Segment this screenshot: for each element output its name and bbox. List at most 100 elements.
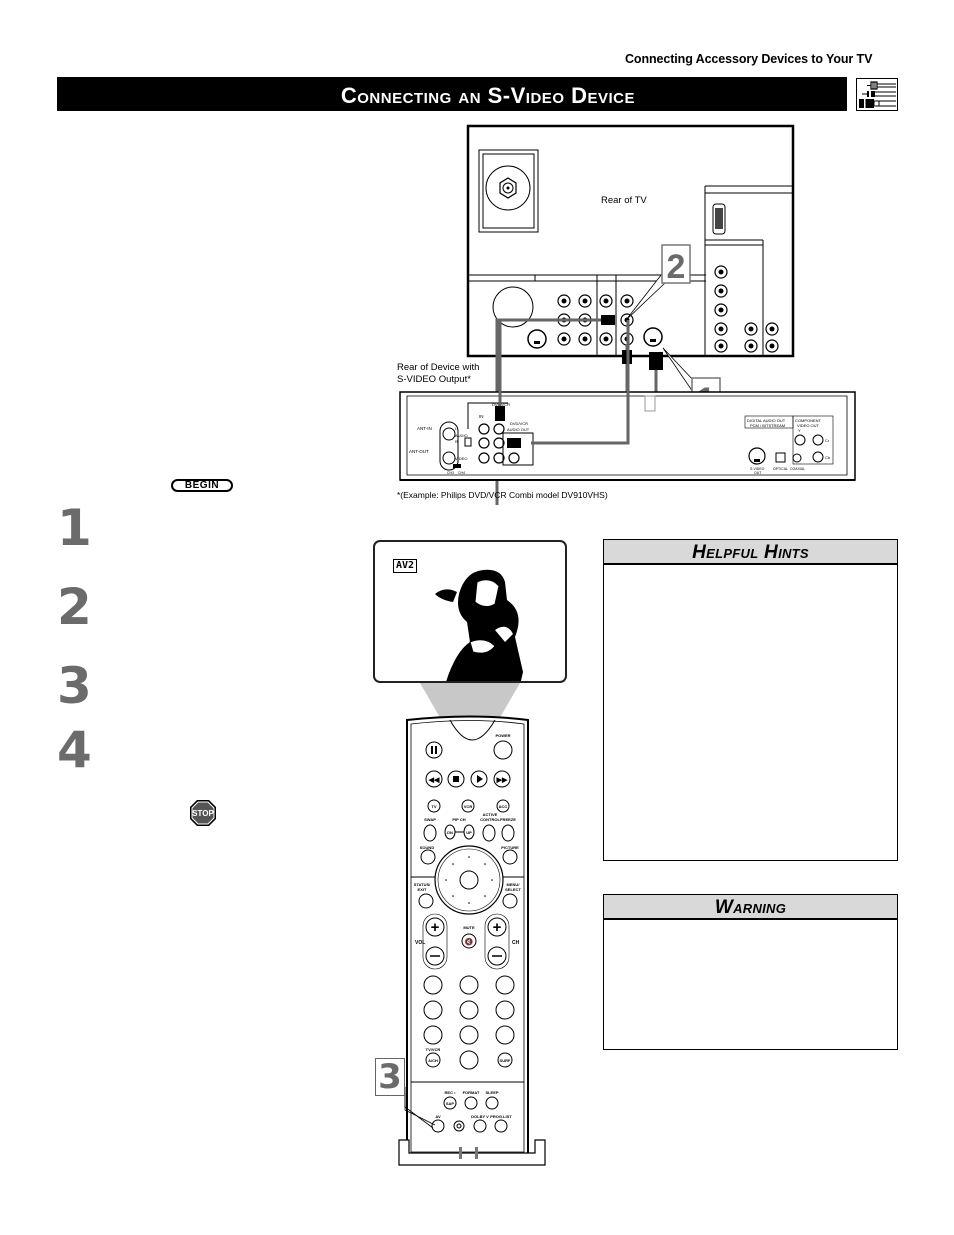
svg-text:🔇: 🔇 bbox=[465, 937, 474, 946]
navigation-pad[interactable] bbox=[434, 845, 504, 915]
svg-text:CONTROL: CONTROL bbox=[480, 817, 500, 822]
tv-mode-button[interactable]: TV bbox=[427, 799, 441, 813]
svg-text:VOL: VOL bbox=[415, 940, 425, 946]
svg-text:CH3: CH3 bbox=[447, 471, 454, 475]
svg-text:POWER: POWER bbox=[495, 733, 510, 738]
svg-text:DOLBY V: DOLBY V bbox=[471, 1114, 489, 1119]
surf-button[interactable]: SURF bbox=[497, 1052, 513, 1068]
swap-button[interactable] bbox=[423, 824, 437, 842]
begin-badge: BEGIN bbox=[171, 479, 233, 492]
cable-connectors-icon bbox=[856, 78, 898, 111]
svg-text:AUDIO: AUDIO bbox=[455, 433, 468, 438]
power-button[interactable]: POWER bbox=[493, 733, 513, 760]
status-exit-button[interactable] bbox=[418, 893, 434, 909]
page-title: Connecting an S-Video Device bbox=[340, 83, 635, 108]
svg-text:DVD/VCR: DVD/VCR bbox=[510, 421, 528, 426]
tv-label: Rear of TV bbox=[601, 195, 647, 206]
svg-text:A/CH: A/CH bbox=[428, 1058, 438, 1063]
warning-title: Warning bbox=[604, 895, 897, 920]
svg-text:SAP: SAP bbox=[446, 1101, 455, 1106]
step-2-number: 2 bbox=[57, 578, 92, 636]
svg-text:2: 2 bbox=[667, 248, 686, 286]
pip-ch-up-button[interactable]: UP bbox=[463, 824, 475, 840]
svg-text:TV/VCR: TV/VCR bbox=[426, 1047, 441, 1052]
rewind-button[interactable]: ◀◀ bbox=[425, 770, 443, 788]
svg-text:PROG.LIST: PROG.LIST bbox=[490, 1114, 512, 1119]
svg-text:VIDEO: VIDEO bbox=[455, 456, 467, 461]
sleep-button[interactable] bbox=[485, 1096, 499, 1110]
svg-text:+: + bbox=[493, 919, 502, 936]
svg-text:EXIT: EXIT bbox=[418, 887, 427, 892]
football-player-image bbox=[435, 569, 523, 681]
svg-text:CH: CH bbox=[512, 940, 520, 946]
svg-text:UP: UP bbox=[466, 830, 472, 835]
svg-text:Cr: Cr bbox=[825, 438, 830, 443]
svg-text:ANT-IN: ANT-IN bbox=[417, 426, 432, 431]
tv-screen: AV2 bbox=[373, 540, 567, 683]
svg-text:SELECT: SELECT bbox=[505, 887, 521, 892]
mute-button[interactable]: 🔇 bbox=[461, 933, 477, 949]
callout-3: 3 bbox=[375, 1058, 405, 1096]
svg-text:COAXIAL: COAXIAL bbox=[790, 467, 805, 471]
svg-text:REC •: REC • bbox=[445, 1090, 457, 1095]
helpful-hints-title: Helpful Hints bbox=[604, 540, 897, 565]
stop-button[interactable] bbox=[447, 770, 465, 788]
svg-text:TV: TV bbox=[431, 804, 436, 809]
svg-text:SOUND: SOUND bbox=[420, 845, 435, 850]
svg-text:Y: Y bbox=[798, 428, 801, 433]
eject-button[interactable] bbox=[453, 1120, 465, 1132]
sound-button[interactable] bbox=[420, 849, 436, 865]
svg-text:SWAP: SWAP bbox=[424, 817, 436, 822]
freeze-button[interactable] bbox=[501, 824, 515, 842]
pip-ch-down-button[interactable]: DN bbox=[444, 824, 456, 840]
format-button[interactable] bbox=[464, 1096, 478, 1110]
av-button[interactable] bbox=[431, 1119, 445, 1133]
device-label-line1: Rear of Device with bbox=[397, 362, 479, 373]
svg-text:◀◀: ◀◀ bbox=[428, 777, 440, 784]
svg-text:FORMAT: FORMAT bbox=[463, 1090, 480, 1095]
prog-list-button[interactable] bbox=[494, 1119, 508, 1133]
svg-text:ANT-OUT: ANT-OUT bbox=[409, 449, 429, 454]
svg-text:PICTURE: PICTURE bbox=[501, 845, 519, 850]
svg-text:MUTE: MUTE bbox=[463, 925, 475, 930]
svg-text:+: + bbox=[431, 919, 440, 936]
picture-button[interactable] bbox=[502, 849, 518, 865]
stop-sign-icon: STOP bbox=[189, 799, 217, 827]
fast-forward-button[interactable]: ▶▶ bbox=[493, 770, 511, 788]
play-button[interactable] bbox=[470, 770, 488, 788]
connection-diagram: Rear of TV 2 1 Rear of Device with bbox=[395, 120, 860, 540]
svg-text:IN: IN bbox=[479, 414, 484, 419]
svg-text:AUDIO OUT: AUDIO OUT bbox=[507, 427, 530, 432]
acc-mode-button[interactable]: ACC bbox=[496, 799, 510, 813]
diagram-footnote: *(Example: Philips DVD/VCR Combi model D… bbox=[397, 490, 608, 500]
helpful-hints-box: Helpful Hints bbox=[603, 539, 898, 861]
svg-text:FREEZE: FREEZE bbox=[500, 817, 516, 822]
sap-button[interactable]: SAP bbox=[443, 1096, 457, 1110]
step-4-number: 4 bbox=[57, 721, 92, 779]
svg-text:PCM / BITSTREAM: PCM / BITSTREAM bbox=[750, 423, 785, 428]
svg-text:ACC: ACC bbox=[499, 804, 508, 809]
volume-up-button[interactable]: + bbox=[425, 917, 445, 937]
active-control-button[interactable] bbox=[482, 824, 496, 842]
remote-control: POWER ◀◀ ▶▶ TV VCR ACC SWAP PIP CH ACTIV… bbox=[395, 715, 550, 1170]
step-3-number: 3 bbox=[57, 657, 92, 715]
svg-text:SURF: SURF bbox=[500, 1058, 511, 1063]
svg-text:▶▶: ▶▶ bbox=[496, 777, 508, 784]
vcr-mode-button[interactable]: VCR bbox=[461, 799, 475, 813]
svg-text:OUT: OUT bbox=[754, 471, 762, 475]
volume-down-button[interactable] bbox=[425, 946, 445, 966]
svg-text:R: R bbox=[455, 439, 458, 444]
channel-down-button[interactable] bbox=[487, 946, 507, 966]
dolby-v-button[interactable] bbox=[473, 1119, 487, 1133]
svg-text:Cb: Cb bbox=[825, 455, 831, 460]
pause-button[interactable] bbox=[425, 741, 443, 759]
svg-text:PIP CH: PIP CH bbox=[452, 817, 465, 822]
svg-text:SLEEP: SLEEP bbox=[485, 1090, 498, 1095]
title-bar: Connecting an S-Video Device bbox=[57, 77, 847, 111]
svg-text:OPTICAL: OPTICAL bbox=[773, 467, 788, 471]
channel-up-button[interactable]: + bbox=[487, 917, 507, 937]
section-header: Connecting Accessory Devices to Your TV bbox=[625, 52, 873, 66]
svg-text:AV: AV bbox=[435, 1114, 441, 1119]
a-ch-button[interactable]: A/CH bbox=[425, 1052, 441, 1068]
menu-select-button[interactable] bbox=[502, 893, 518, 909]
